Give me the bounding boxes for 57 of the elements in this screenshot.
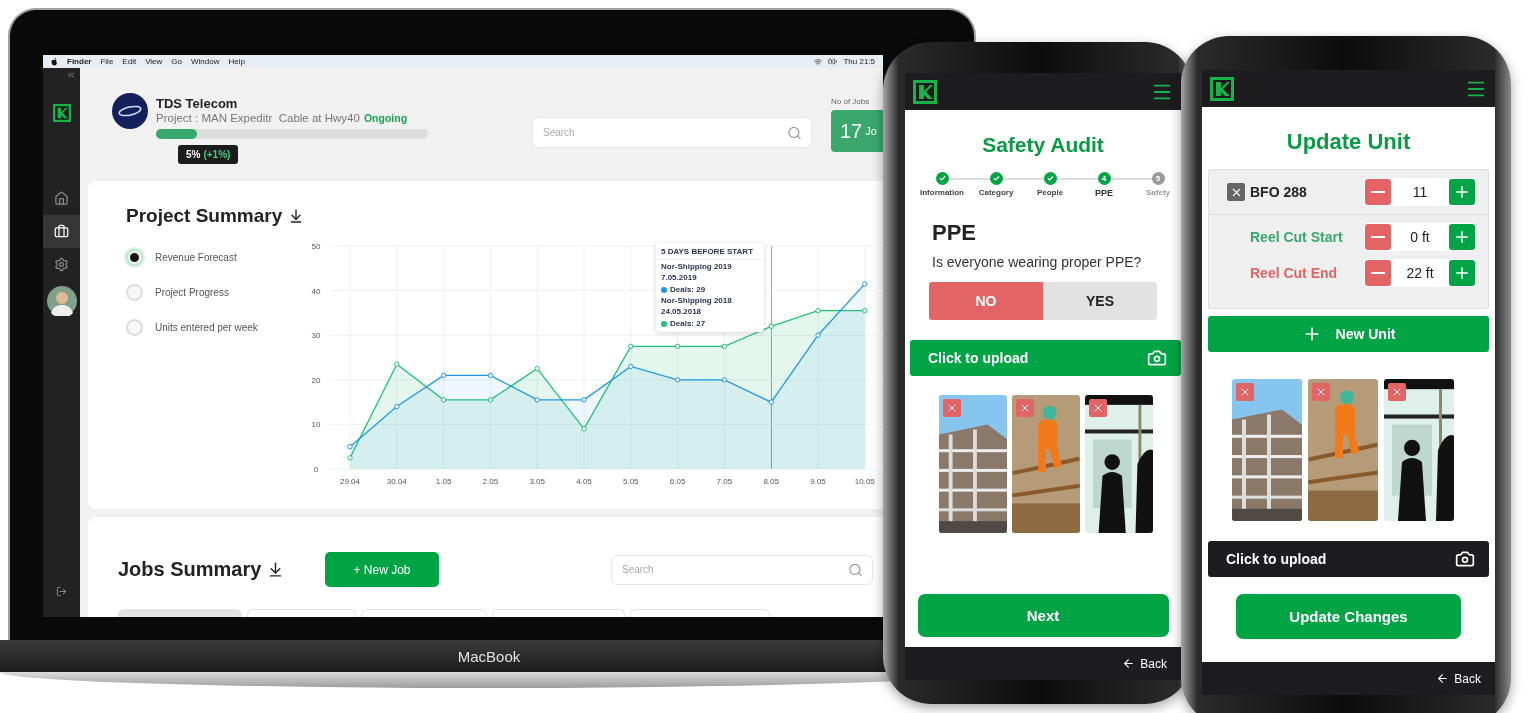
- axis-label: 3.05: [529, 477, 545, 486]
- quantity-value: 0 ft: [1409, 229, 1431, 245]
- axis-label: 10: [311, 420, 321, 430]
- tooltip-value: Deals: 29: [670, 285, 706, 294]
- axis-label: 20: [311, 375, 321, 385]
- option-label: Project Progress: [155, 287, 229, 298]
- page-title: Safety Audit: [982, 132, 1104, 158]
- step-label: Safety: [1146, 188, 1170, 197]
- clock: Thu 21:5: [843, 57, 875, 66]
- field-label: Reel Cut Start: [1250, 229, 1343, 245]
- option-label: Revenue Forecast: [155, 252, 237, 263]
- tooltip-title: 5 DAYS BEFORE START: [656, 243, 764, 260]
- client-name: TDS Telecom: [156, 96, 239, 111]
- quantity-value: 11: [1411, 184, 1429, 200]
- axis-label: 1.05: [435, 477, 452, 486]
- axis-label: 8.05: [763, 477, 779, 486]
- section-heading: PPE: [932, 220, 977, 246]
- step-label: PPE: [1095, 188, 1113, 198]
- card-title: Jobs Summary: [118, 558, 262, 581]
- unit-name: BFO 288: [1250, 184, 1307, 200]
- axis-label: 30: [311, 331, 321, 341]
- step-marker: 4: [1097, 172, 1111, 185]
- page-title: Update Unit: [1286, 129, 1411, 155]
- project-name: Project : MAN Expeditr Cable at Hwy40: [156, 111, 360, 126]
- axis-label: 4.05: [576, 477, 592, 486]
- option-label: Units entered per week: [155, 322, 258, 333]
- axis-label: 0: [313, 465, 319, 474]
- step-label: Information: [920, 188, 964, 197]
- axis-label: 50: [311, 242, 321, 251]
- step-marker: 5: [1151, 172, 1165, 185]
- step-label: Category: [978, 188, 1014, 197]
- tooltip-date: 7.05.2019: [660, 272, 698, 282]
- jobs-unit: Jo: [865, 125, 877, 137]
- tooltip-value: Deals: 27: [670, 319, 706, 328]
- progress-reading: 5%: [186, 149, 201, 160]
- progress-change: (+1%): [203, 149, 231, 160]
- axis-label: 29.04: [340, 477, 360, 486]
- card-title: Project Summary: [126, 205, 283, 227]
- axis-label: 40: [311, 286, 321, 296]
- axis-label: 10.05: [854, 477, 875, 486]
- axis-label: 2.05: [482, 477, 499, 486]
- step-label: People: [1036, 188, 1064, 197]
- axis-label: 5.05: [623, 477, 639, 486]
- question: Is everyone wearing proper PPE?: [932, 254, 1142, 270]
- axis-label: 6.05: [669, 477, 686, 486]
- brand-label: MacBook: [457, 647, 521, 665]
- tooltip-label: Nor-Shipping 2018: [660, 295, 733, 305]
- jobs-count-label: No of Jobs: [831, 97, 871, 106]
- axis-label: 7.05: [716, 477, 733, 486]
- field-label: Reel Cut End: [1250, 265, 1338, 281]
- jobs-count: 17: [840, 119, 863, 143]
- tooltip-label: Nor-Shipping 2019: [660, 261, 733, 271]
- status-label: Ongoing: [363, 111, 408, 126]
- axis-label: 9.05: [810, 477, 826, 486]
- quantity-value: 22 ft: [1405, 265, 1435, 281]
- tooltip-date: 24.05.2018: [660, 306, 703, 316]
- axis-label: 30.04: [386, 477, 407, 486]
